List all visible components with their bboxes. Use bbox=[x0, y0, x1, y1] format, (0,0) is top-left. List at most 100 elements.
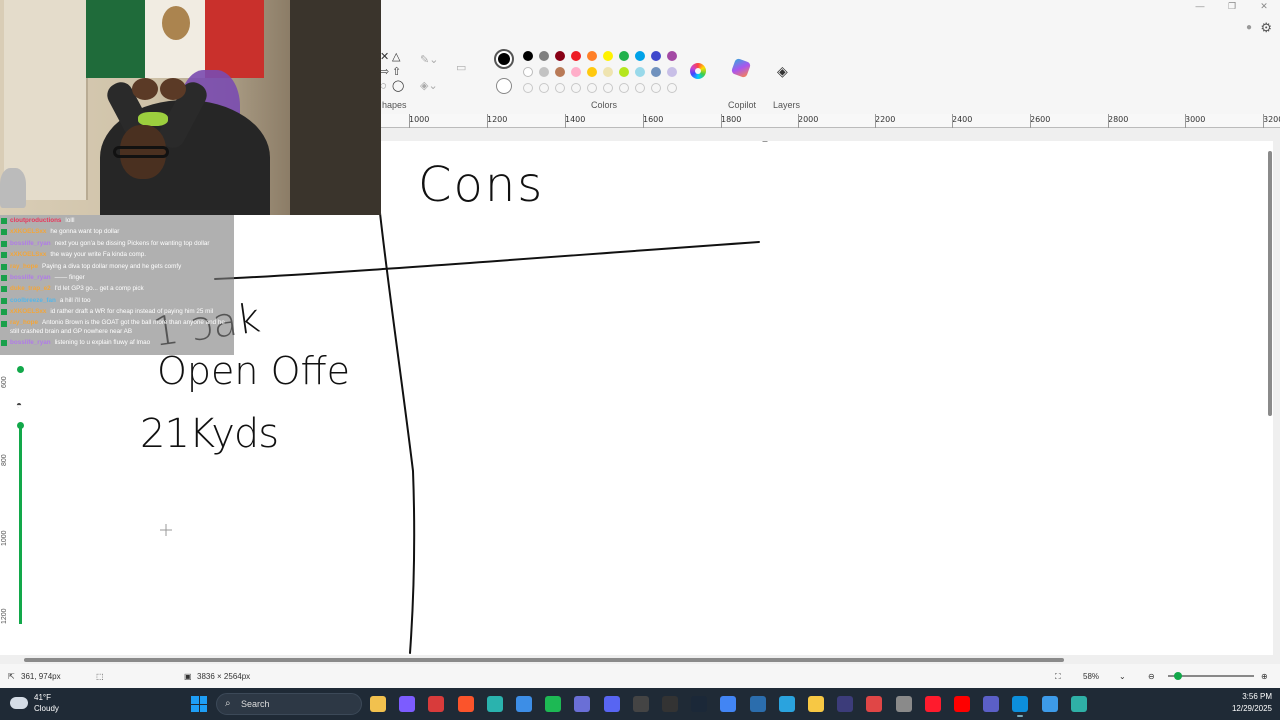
secondary-color-selector[interactable] bbox=[496, 78, 512, 94]
primary-color-selector[interactable] bbox=[494, 49, 514, 69]
copilot-icon[interactable] bbox=[730, 57, 752, 79]
zoom-out-icon[interactable]: ⊖ bbox=[1148, 672, 1155, 681]
palette-swatch[interactable] bbox=[539, 51, 549, 61]
palette-swatch[interactable] bbox=[539, 67, 549, 77]
chat-message: ray_hope Antonio Brown is the GOAT got th… bbox=[0, 318, 234, 337]
custom-color-slot[interactable] bbox=[667, 83, 677, 93]
custom-color-slot[interactable] bbox=[603, 83, 613, 93]
palette-swatch[interactable] bbox=[635, 67, 645, 77]
threads-app-icon[interactable] bbox=[662, 696, 678, 712]
edit-colors-wheel-icon[interactable] bbox=[690, 63, 706, 79]
palette-swatch[interactable] bbox=[587, 67, 597, 77]
lock-icon[interactable]: ◓ bbox=[16, 400, 22, 411]
palette-swatch[interactable] bbox=[571, 67, 581, 77]
chat-message: bosslife_ryan listening to u explain fluw… bbox=[0, 337, 234, 348]
vertical-scrollbar[interactable] bbox=[1268, 151, 1272, 416]
palette-swatch[interactable] bbox=[555, 51, 565, 61]
fit-to-window-icon[interactable]: ⛶ bbox=[1055, 672, 1061, 682]
telegram-app-icon[interactable] bbox=[778, 696, 795, 712]
windows-start-icon[interactable] bbox=[191, 696, 207, 712]
zoom-slider-thumb[interactable] bbox=[1174, 672, 1182, 680]
chat-badge-icon bbox=[1, 309, 7, 316]
search-label: Search bbox=[241, 699, 270, 709]
app-18-icon[interactable] bbox=[866, 696, 883, 712]
zoom-dropdown-chevron-icon[interactable]: ⌄ bbox=[1119, 672, 1126, 681]
spotify-app-icon[interactable] bbox=[545, 696, 562, 712]
custom-color-slot[interactable] bbox=[651, 83, 661, 93]
chat-badge-icon bbox=[1, 274, 7, 281]
shape-arrow-icon[interactable]: ⇨ bbox=[380, 66, 389, 78]
app-19-icon[interactable] bbox=[895, 696, 912, 712]
ruler-tick: 3200 bbox=[1263, 115, 1280, 124]
palette-swatch[interactable] bbox=[667, 67, 677, 77]
palette-swatch[interactable] bbox=[651, 51, 661, 61]
slider-dot bbox=[17, 366, 24, 373]
palette-swatch[interactable] bbox=[635, 51, 645, 61]
custom-color-slot[interactable] bbox=[619, 83, 629, 93]
system-clock[interactable]: 3:56 PM 12/29/2025 bbox=[1232, 691, 1272, 715]
teams-app-icon[interactable] bbox=[983, 696, 1000, 712]
chrome-app-icon[interactable] bbox=[720, 696, 737, 712]
horizontal-scrollbar[interactable] bbox=[24, 658, 1064, 662]
palette-swatch[interactable] bbox=[651, 67, 661, 77]
custom-color-slot[interactable] bbox=[635, 83, 645, 93]
restore-button[interactable]: ❐ bbox=[1216, 0, 1248, 14]
chat-badge-icon bbox=[1, 218, 7, 224]
account-icon[interactable]: ● bbox=[1246, 22, 1252, 33]
palette-swatch[interactable] bbox=[587, 51, 597, 61]
youtube-app-icon[interactable] bbox=[954, 696, 970, 712]
notepad-app-icon[interactable] bbox=[1041, 696, 1058, 712]
minimize-button[interactable]: — bbox=[1184, 0, 1216, 14]
brave-app-icon[interactable] bbox=[457, 696, 474, 712]
opera-app-icon[interactable] bbox=[924, 696, 941, 712]
media-app-icon[interactable] bbox=[837, 696, 854, 712]
settings-gear-icon[interactable]: ⚙ bbox=[1260, 20, 1272, 36]
custom-color-slot[interactable] bbox=[555, 83, 565, 93]
palette-swatch[interactable] bbox=[523, 51, 533, 61]
copilot-app-icon[interactable] bbox=[399, 696, 416, 712]
file-explorer-app-icon[interactable] bbox=[370, 696, 386, 712]
zoom-level[interactable]: 58% bbox=[1083, 672, 1099, 681]
custom-color-slot[interactable] bbox=[571, 83, 581, 93]
shape-triangle-icon[interactable]: △ bbox=[392, 51, 400, 63]
chat-message: coolbreeze_fan a hill i'll too bbox=[0, 295, 234, 306]
chat-username: xXKOELSxx bbox=[10, 251, 47, 259]
palette-swatch[interactable] bbox=[523, 67, 533, 77]
handwriting-21kyds: 21Kyds bbox=[140, 411, 278, 457]
custom-color-slot[interactable] bbox=[539, 83, 549, 93]
palette-swatch[interactable] bbox=[619, 67, 629, 77]
edge-active-app-icon[interactable] bbox=[1012, 696, 1029, 717]
shape-bubble-icon[interactable]: ◯ bbox=[392, 80, 404, 92]
layers-icon[interactable]: ◈ bbox=[777, 63, 788, 80]
shape-star-icon[interactable]: ✕ bbox=[380, 51, 389, 63]
status-bar: ⇱ 361, 974px ⬚ ▣ 3836 × 2564px ⛶ 58% ⌄ ⊖… bbox=[0, 664, 1280, 688]
paint-app-icon[interactable] bbox=[1070, 696, 1087, 712]
custom-color-slot[interactable] bbox=[523, 83, 533, 93]
palette-swatch[interactable] bbox=[571, 51, 581, 61]
custom-color-slot[interactable] bbox=[587, 83, 597, 93]
photos-app-icon[interactable] bbox=[516, 696, 532, 712]
palette-swatch[interactable] bbox=[603, 51, 613, 61]
palette-swatch[interactable] bbox=[667, 51, 677, 61]
chat-username: bosslife_ryan bbox=[10, 273, 51, 281]
palette-swatch[interactable] bbox=[603, 67, 613, 77]
close-button[interactable]: ✕ bbox=[1248, 0, 1280, 14]
app-14-icon[interactable] bbox=[749, 696, 766, 712]
discord-app-icon[interactable] bbox=[603, 696, 620, 712]
chat-message: bosslife_ryan —— finger bbox=[0, 272, 234, 283]
palette-swatch[interactable] bbox=[555, 67, 565, 77]
chat-badge-icon bbox=[1, 229, 7, 236]
app-9-icon[interactable] bbox=[574, 696, 591, 712]
folder-app-icon[interactable] bbox=[808, 696, 824, 712]
obs-app-icon[interactable] bbox=[632, 696, 649, 712]
edge-app-icon[interactable] bbox=[486, 696, 503, 712]
outline-icon[interactable]: ✎⌄ bbox=[420, 54, 438, 66]
zoom-in-icon[interactable]: ⊕ bbox=[1261, 672, 1268, 681]
fill-icon[interactable]: ◈⌄ bbox=[420, 80, 438, 92]
palette-swatch[interactable] bbox=[619, 51, 629, 61]
taskbar-search[interactable]: ⌕ Search bbox=[216, 693, 362, 715]
shape-pentagon-icon[interactable]: ⇧ bbox=[392, 66, 401, 78]
shape-size-icon[interactable]: ▭ bbox=[456, 62, 466, 74]
news-app-icon[interactable] bbox=[428, 696, 445, 712]
steam-app-icon[interactable] bbox=[691, 696, 708, 712]
